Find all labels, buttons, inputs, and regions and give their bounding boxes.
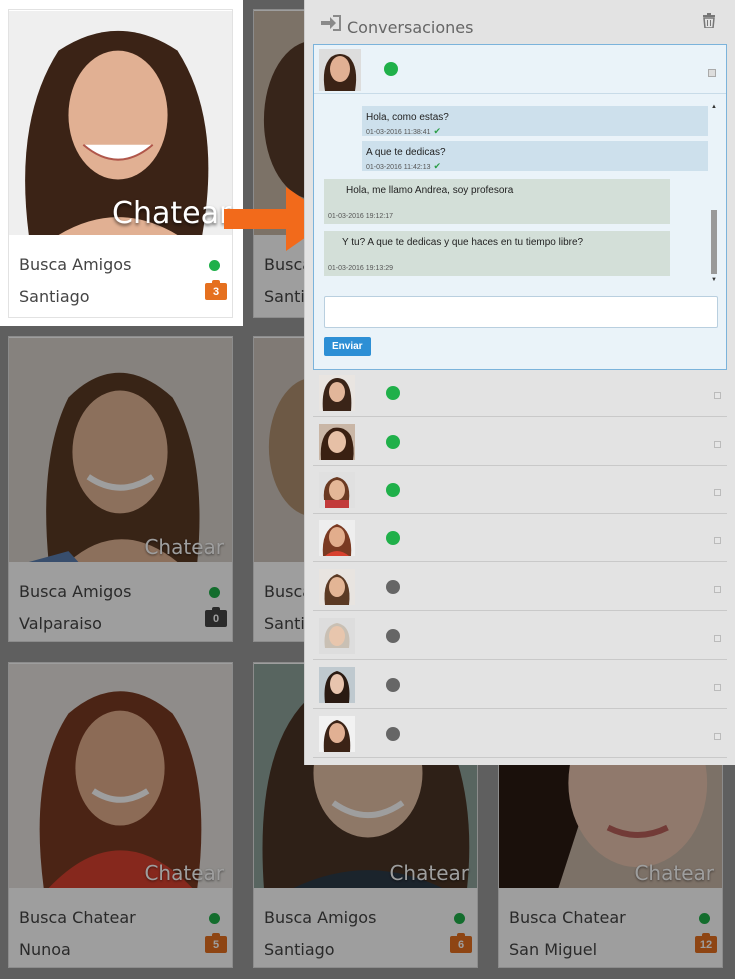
panel-title: Conversaciones — [347, 18, 474, 37]
panel-header: Conversaciones — [305, 0, 735, 42]
online-status-dot — [454, 913, 465, 924]
avatar — [319, 716, 355, 752]
card-type: Busca Chatear — [19, 908, 136, 927]
profile-photo[interactable]: Chatear — [9, 663, 232, 889]
online-status-dot — [386, 531, 400, 545]
conversation-row[interactable] — [313, 466, 727, 514]
message-time: 01-03-2016 11:42:13 — [366, 164, 431, 171]
send-button[interactable]: Enviar — [324, 337, 371, 356]
chatear-callout-label: Chatear — [112, 196, 232, 231]
message-text: A que te dedicas? — [366, 147, 446, 158]
chatear-label: Chatear — [389, 861, 469, 885]
select-checkbox[interactable] — [714, 441, 721, 448]
conversation-row[interactable] — [313, 418, 727, 466]
scrollbar-thumb[interactable] — [711, 210, 717, 274]
offline-status-dot — [386, 678, 400, 692]
card-city: Santiago — [264, 940, 335, 959]
offline-status-dot — [386, 727, 400, 741]
conversation-row[interactable] — [313, 369, 727, 417]
chatear-label: Chatear — [634, 861, 714, 885]
avatar — [319, 520, 355, 556]
scroll-up-icon[interactable]: ▲ — [711, 104, 717, 110]
message-text: Hola, me llamo Andrea, soy profesora — [346, 185, 514, 196]
photo-count-badge[interactable]: 3 — [205, 280, 227, 300]
message-time: 01-03-2016 19:12:17 — [328, 213, 393, 220]
avatar — [319, 667, 355, 703]
online-status-dot — [209, 587, 220, 598]
message-bubble: Hola, me llamo Andrea, soy profesora 01-… — [324, 179, 670, 224]
message-text: Y tu? A que te dedicas y que haces en tu… — [342, 237, 584, 248]
sign-in-icon — [321, 15, 341, 31]
card-type: Busca Amigos — [19, 255, 132, 274]
online-status-dot — [699, 913, 710, 924]
avatar — [319, 472, 355, 508]
scroll-down-icon[interactable]: ▼ — [711, 277, 717, 283]
online-status-dot — [384, 62, 398, 76]
photo-count-badge[interactable]: 0 — [205, 607, 227, 627]
check-icon: ✔ — [433, 126, 442, 136]
check-icon: ✔ — [433, 161, 442, 171]
conversations-panel: Conversaciones Hola, como estas? 01-03-2… — [304, 0, 735, 765]
select-checkbox[interactable] — [714, 684, 721, 691]
avatar — [319, 569, 355, 605]
online-status-dot — [386, 483, 400, 497]
select-checkbox[interactable] — [714, 537, 721, 544]
active-conversation[interactable]: Hola, como estas? 01-03-2016 11:38:41 ✔ A… — [313, 44, 727, 370]
chatear-label: Chatear — [144, 535, 224, 559]
message-bubble: Y tu? A que te dedicas y que haces en tu… — [324, 231, 670, 276]
conversation-row[interactable] — [313, 563, 727, 611]
message-input[interactable] — [324, 296, 718, 328]
card-city: San Miguel — [509, 940, 598, 959]
message-bubble: A que te dedicas? 01-03-2016 11:42:13 ✔ — [362, 141, 708, 171]
conversation-row[interactable] — [313, 612, 727, 660]
select-checkbox[interactable] — [714, 635, 721, 642]
avatar — [319, 424, 355, 460]
select-checkbox[interactable] — [708, 69, 716, 77]
avatar — [319, 49, 361, 91]
photo-count-badge[interactable]: 12 — [695, 933, 717, 953]
message-text: Hola, como estas? — [366, 112, 449, 123]
conversation-header[interactable] — [314, 45, 726, 94]
profile-card-highlighted[interactable]: Busca Amigos Santiago 3 — [8, 9, 233, 318]
select-checkbox[interactable] — [714, 489, 721, 496]
online-status-dot — [209, 260, 220, 271]
conversation-row[interactable] — [313, 661, 727, 709]
photo-count-badge[interactable]: 6 — [450, 933, 472, 953]
select-checkbox[interactable] — [714, 392, 721, 399]
message-time: 01-03-2016 19:13:29 — [328, 265, 393, 272]
trash-icon[interactable] — [703, 13, 715, 28]
conversation-row[interactable] — [313, 710, 727, 758]
offline-status-dot — [386, 580, 400, 594]
online-status-dot — [386, 435, 400, 449]
profile-card[interactable]: Chatear Busca Amigos Valparaiso 0 — [8, 336, 233, 642]
card-type: Busca Amigos — [19, 582, 132, 601]
message-bubble: Hola, como estas? 01-03-2016 11:38:41 ✔ — [362, 106, 708, 136]
conversation-row[interactable] — [313, 514, 727, 562]
select-checkbox[interactable] — [714, 733, 721, 740]
online-status-dot — [386, 386, 400, 400]
online-status-dot — [209, 913, 220, 924]
select-checkbox[interactable] — [714, 586, 721, 593]
card-type: Busca Chatear — [509, 908, 626, 927]
card-city: Nunoa — [19, 940, 71, 959]
avatar — [319, 375, 355, 411]
message-time: 01-03-2016 11:38:41 — [366, 129, 431, 136]
profile-card[interactable]: Chatear Busca Chatear Nunoa 5 — [8, 662, 233, 968]
avatar — [319, 618, 355, 654]
profile-photo[interactable]: Chatear — [9, 337, 232, 563]
offline-status-dot — [386, 629, 400, 643]
card-city: Valparaiso — [19, 614, 102, 633]
card-type: Busca Amigos — [264, 908, 377, 927]
photo-count-badge[interactable]: 5 — [205, 933, 227, 953]
card-city: Santiago — [19, 287, 90, 306]
chatear-label: Chatear — [144, 861, 224, 885]
